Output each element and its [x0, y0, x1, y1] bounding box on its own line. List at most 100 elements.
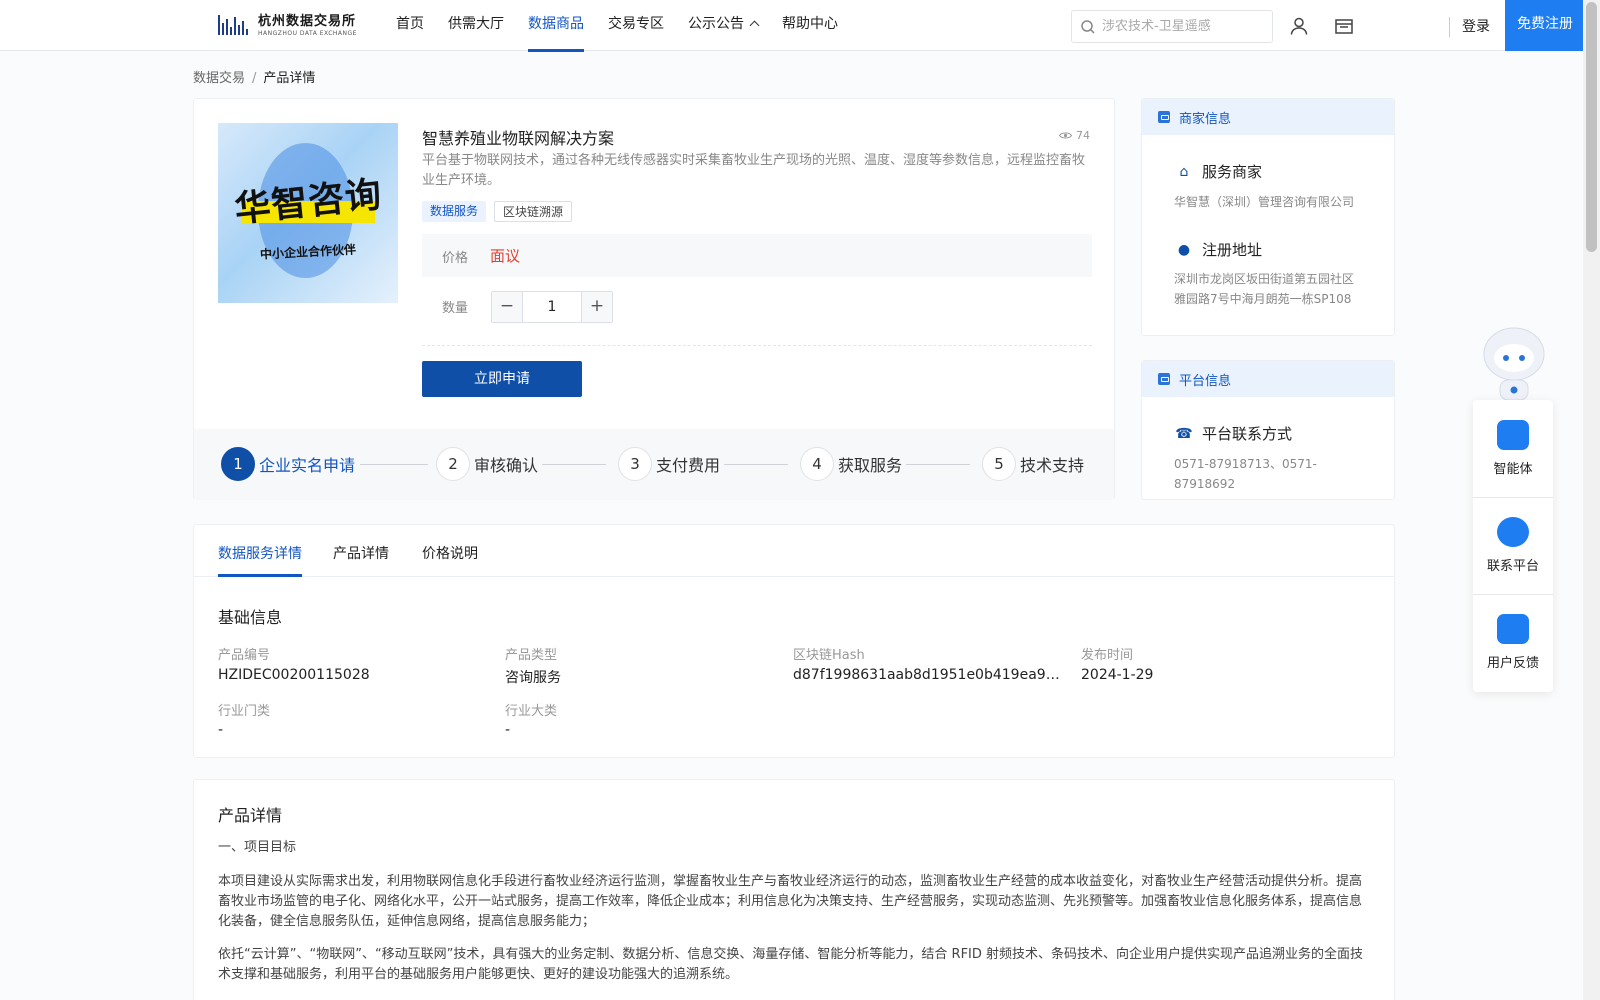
- search-box: [1071, 10, 1273, 43]
- view-count-value: 74: [1076, 129, 1090, 142]
- field-label: 产品编号: [218, 648, 271, 663]
- merchant-info-title: 商家信息: [1179, 111, 1232, 127]
- tab-price-info[interactable]: 价格说明: [422, 543, 478, 563]
- platform-info-header: 平台信息: [1142, 361, 1394, 397]
- increment-button[interactable]: +: [581, 292, 612, 322]
- breadcrumb-root[interactable]: 数据交易: [193, 71, 245, 86]
- step-3: 3 支付费用: [618, 447, 720, 481]
- step-label: 企业实名申请: [259, 456, 356, 475]
- float-contact-label: 联系平台: [1486, 559, 1539, 574]
- tab-product-detail[interactable]: 产品详情: [333, 543, 389, 563]
- step-connector: [360, 464, 428, 465]
- price-label: 价格: [442, 251, 469, 266]
- view-count: 74: [1059, 129, 1090, 142]
- robot-mascot-icon[interactable]: [1475, 324, 1553, 402]
- quantity-label: 数量: [442, 301, 469, 316]
- field-product-id: HZIDEC00200115028: [218, 667, 370, 683]
- nav-home[interactable]: 首页: [396, 0, 424, 51]
- product-image-logo-text: 华智咨询: [232, 174, 385, 231]
- register-button[interactable]: 免费注册: [1505, 0, 1585, 51]
- product-tabs-card: 数据服务详情 产品详情 价格说明 基础信息 产品编号 HZIDEC0020011…: [193, 524, 1395, 758]
- page-scrollbar[interactable]: [1583, 0, 1600, 1000]
- quantity-stepper: − +: [491, 291, 613, 323]
- step-number: 5: [982, 447, 1016, 481]
- step-4: 4 获取服务: [800, 447, 902, 481]
- tab-data-service-detail[interactable]: 数据服务详情: [218, 543, 302, 563]
- platform-contact-title: ☎ 平台联系方式: [1174, 423, 1292, 444]
- service-merchant-value: 华智慧（深圳）管理咨询有限公司: [1174, 195, 1355, 209]
- step-label: 支付费用: [656, 456, 721, 475]
- headset-icon: [1497, 517, 1529, 547]
- product-detail-title: 产品详情: [218, 806, 283, 825]
- logo-subtitle: HANGZHOU DATA EXCHANGE: [258, 30, 357, 37]
- chevron-up-icon: [749, 20, 760, 31]
- platform-info-card: 平台信息 ☎ 平台联系方式 0571-87918713、0571-87918692: [1141, 360, 1395, 500]
- float-feedback-label: 用户反馈: [1486, 656, 1539, 671]
- service-merchant-title: ⌂ 服务商家: [1174, 161, 1262, 182]
- nav-help[interactable]: 帮助中心: [782, 0, 838, 51]
- product-detail-card: 产品详情 一、项目目标 本项目建设从实际需求出发，利用物联网信息化手段进行畜牧业…: [193, 779, 1395, 1000]
- tab-bar: 数据服务详情 产品详情 价格说明: [194, 525, 1394, 577]
- field-product-type: 咨询服务: [505, 670, 561, 686]
- monitor-icon: [1158, 373, 1170, 385]
- step-1: 1 企业实名申请: [221, 447, 355, 481]
- scroll-thumb[interactable]: [1586, 2, 1597, 252]
- product-image: 华智咨询 中小企业合作伙伴: [218, 123, 398, 303]
- platform-contact-label: 平台联系方式: [1202, 425, 1293, 443]
- breadcrumb-current: 产品详情: [263, 71, 316, 86]
- location-pin-icon: ●: [1177, 241, 1191, 258]
- step-connector: [542, 464, 606, 465]
- float-agent[interactable]: 智能体: [1473, 400, 1553, 497]
- search-input[interactable]: [1102, 19, 1262, 34]
- nav-announcements-label: 公示公告: [688, 16, 744, 32]
- quantity-input[interactable]: [523, 292, 581, 322]
- float-feedback[interactable]: 用户反馈: [1473, 594, 1553, 691]
- main-nav: 首页 供需大厅 数据商品 交易专区 公示公告 帮助中心: [396, 0, 862, 52]
- eye-icon: [1059, 132, 1072, 139]
- apply-button[interactable]: 立即申请: [422, 361, 582, 397]
- field-label: 区块链Hash: [793, 648, 865, 663]
- search-icon[interactable]: [1080, 19, 1096, 35]
- shop-icon[interactable]: [1334, 16, 1354, 36]
- registered-address-value: 深圳市龙岗区坂田街道第五园社区雅园路7号中海月朗苑一栋SP108: [1174, 272, 1355, 306]
- product-tags: 数据服务 区块链溯源: [422, 201, 573, 222]
- float-contact-platform[interactable]: 联系平台: [1473, 497, 1553, 594]
- step-label: 技术支持: [1020, 456, 1085, 475]
- process-steps: 1 企业实名申请 2 审核确认 3 支付费用 4 获取服务 5 技术支持: [194, 429, 1114, 500]
- float-agent-label: 智能体: [1493, 462, 1533, 477]
- nav-supply-demand[interactable]: 供需大厅: [448, 0, 504, 51]
- detail-subtitle: 一、项目目标: [218, 840, 297, 855]
- service-merchant-label: 服务商家: [1202, 163, 1263, 181]
- registered-address-label: 注册地址: [1202, 241, 1263, 259]
- login-link[interactable]: 登录: [1462, 16, 1490, 36]
- agent-icon: [1497, 420, 1529, 450]
- detail-paragraph: 依托“云计算”、“物联网”、“移动互联网”技术，具有强大的业务定制、数据分析、信…: [218, 947, 1364, 982]
- field-publish-date: 2024-1-29: [1081, 667, 1154, 683]
- floating-service-panel: 智能体 联系平台 用户反馈: [1473, 400, 1553, 692]
- tag-blockchain-trace: 区块链溯源: [494, 201, 573, 222]
- merchant-info-header: 商家信息: [1142, 99, 1394, 135]
- active-tab-indicator: [218, 574, 302, 577]
- step-connector: [906, 464, 970, 465]
- breadcrumb: 数据交易 / 产品详情: [193, 67, 315, 86]
- logo-bars-icon: [218, 13, 252, 39]
- platform-info-title: 平台信息: [1179, 373, 1232, 389]
- nav-announcements[interactable]: 公示公告: [688, 0, 760, 51]
- field-label: 行业门类: [218, 704, 271, 719]
- user-icon[interactable]: [1289, 16, 1309, 36]
- decrement-button[interactable]: −: [492, 292, 523, 322]
- field-label: 行业大类: [505, 704, 558, 719]
- step-label: 获取服务: [838, 456, 903, 475]
- tag-data-service: 数据服务: [422, 201, 487, 222]
- logo[interactable]: 杭州数据交易所 HANGZHOU DATA EXCHANGE: [218, 11, 357, 41]
- step-label: 审核确认: [474, 456, 539, 475]
- price-value: 面议: [490, 247, 521, 265]
- product-card: 华智咨询 中小企业合作伙伴 智慧养殖业物联网解决方案 74 平台基于物联网技术，…: [193, 98, 1115, 500]
- nav-data-products[interactable]: 数据商品: [528, 0, 584, 52]
- nav-trading-zone[interactable]: 交易专区: [608, 0, 664, 51]
- logo-title: 杭州数据交易所: [258, 14, 357, 29]
- step-number: 4: [800, 447, 834, 481]
- field-label: 产品类型: [505, 648, 558, 663]
- step-number: 3: [618, 447, 652, 481]
- field-industry-major: -: [505, 722, 511, 738]
